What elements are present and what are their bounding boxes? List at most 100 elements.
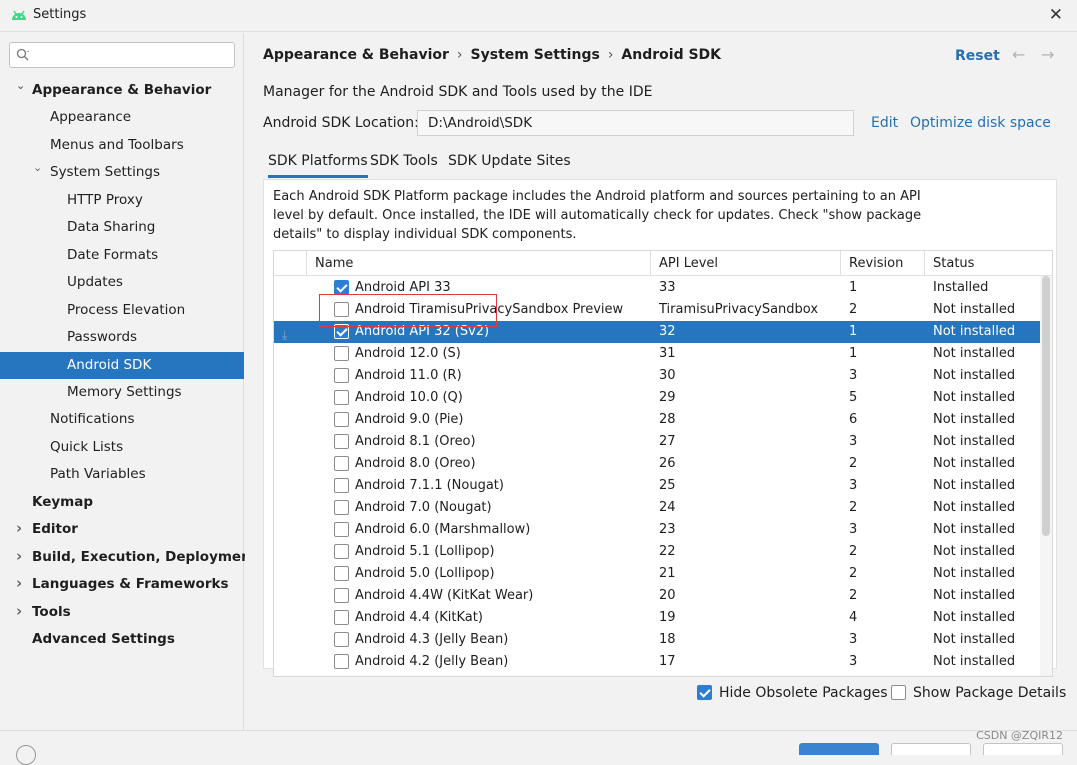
row-checkbox[interactable] [334,412,349,427]
table-row[interactable]: Android 7.1.1 (Nougat) 25 3 Not installed [274,475,1040,497]
row-checkbox[interactable] [334,500,349,515]
chevron-right-icon[interactable]: › [16,576,28,591]
row-checkbox[interactable] [334,610,349,625]
settings-sidebar: ⌄ Appearance & Behavior Appearance Menus an… [0,33,257,752]
table-row[interactable]: Android 9.0 (Pie) 28 6 Not installed [274,409,1040,431]
row-checkbox[interactable] [334,478,349,493]
cell-name: Android 9.0 (Pie) [355,412,464,427]
sidebar-item-process-elevation[interactable]: Process Elevation [0,297,244,324]
row-checkbox[interactable] [334,544,349,559]
cell-revision: 3 [849,478,858,493]
show-details-option[interactable]: Show Package Details [891,685,1066,705]
sidebar-item-advanced-settings[interactable]: Advanced Settings [0,626,244,653]
row-checkbox[interactable] [334,632,349,647]
sidebar-item-tools[interactable]: › Tools [0,599,244,626]
row-checkbox[interactable] [334,434,349,449]
table-row[interactable]: Android 8.0 (Oreo) 26 2 Not installed [274,453,1040,475]
forward-arrow-icon[interactable]: → [1041,45,1054,64]
sidebar-item-http-proxy[interactable]: HTTP Proxy [0,187,244,214]
sidebar-item-appearance-behavior[interactable]: ⌄ Appearance & Behavior [0,77,244,104]
table-row[interactable]: Android 12.0 (S) 31 1 Not installed [274,343,1040,365]
breadcrumb-item[interactable]: Appearance & Behavior [263,47,449,63]
hide-obsolete-checkbox[interactable] [697,685,712,700]
reset-link[interactable]: Reset [955,48,1000,64]
sidebar-item-passwords[interactable]: Passwords [0,324,244,351]
cell-api-level: 19 [659,610,676,625]
table-row[interactable]: Android 10.0 (Q) 29 5 Not installed [274,387,1040,409]
sidebar-item-label: HTTP Proxy [67,191,143,208]
sdk-platforms-panel: Each Android SDK Platform package includ… [263,179,1057,677]
chevron-right-icon[interactable]: › [16,548,28,563]
sidebar-item-updates[interactable]: Updates [0,269,244,296]
sidebar-item-notifications[interactable]: Notifications [0,406,244,433]
sidebar-item-date-formats[interactable]: Date Formats [0,242,244,269]
chevron-right-icon[interactable]: › [16,603,28,618]
breadcrumb-separator: › [607,47,614,63]
hide-obsolete-option[interactable]: Hide Obsolete Packages [697,685,888,705]
optimize-disk-link[interactable]: Optimize disk space [910,115,1051,131]
table-row[interactable]: Android 4.2 (Jelly Bean) 17 3 Not installed [274,651,1040,673]
table-row[interactable]: Android 6.0 (Marshmallow) 23 3 Not installe… [274,519,1040,541]
table-row[interactable]: Android 8.1 (Oreo) 27 3 Not installed [274,431,1040,453]
row-checkbox[interactable] [334,390,349,405]
table-row[interactable]: Android 4.3 (Jelly Bean) 18 3 Not installed [274,629,1040,651]
sidebar-item-menus-and-toolbars[interactable]: Menus and Toolbars [0,132,244,159]
cell-api-level: 21 [659,566,676,581]
cancel-button[interactable] [891,743,971,755]
column-header-revision[interactable]: Revision [841,251,925,276]
sdk-location-field[interactable]: D:\Android\SDK [417,110,854,136]
row-checkbox[interactable] [334,522,349,537]
sidebar-item-path-variables[interactable]: Path Variables [0,461,244,488]
sidebar-item-appearance[interactable]: Appearance [0,104,244,131]
chevron-right-icon[interactable]: › [16,521,28,536]
ok-button[interactable] [799,743,879,755]
row-checkbox[interactable] [334,588,349,603]
sidebar-item-android-sdk[interactable]: Android SDK [0,351,244,379]
sidebar-item-memory-settings[interactable]: Memory Settings [0,379,244,406]
sidebar-item-quick-lists[interactable]: Quick Lists [0,434,244,461]
column-header-name[interactable]: Name [307,251,651,276]
row-checkbox[interactable] [334,368,349,383]
sidebar-item-system-settings[interactable]: ⌄ System Settings [0,159,244,186]
table-row[interactable]: Android 7.0 (Nougat) 24 2 Not installed [274,497,1040,519]
scrollbar-thumb[interactable] [1042,276,1050,536]
help-icon[interactable] [16,745,36,765]
search-box[interactable] [9,42,235,68]
sidebar-item-build-execution-deployment[interactable]: › Build, Execution, Deployment [0,544,257,571]
column-header-api-level[interactable]: API Level [651,251,841,276]
cell-revision: 5 [849,390,858,405]
edit-link[interactable]: Edit [871,115,898,131]
cell-name: Android 8.1 (Oreo) [355,434,476,449]
close-icon[interactable]: ✕ [1049,5,1063,25]
row-checkbox[interactable] [334,346,349,361]
table-row[interactable]: Android 5.0 (Lollipop) 21 2 Not installed [274,563,1040,585]
sidebar-item-data-sharing[interactable]: Data Sharing [0,214,244,241]
sidebar-item-keymap[interactable]: Keymap [0,489,244,516]
tab-sdk-platforms[interactable]: SDK Platforms [268,153,368,178]
row-checkbox[interactable] [334,566,349,581]
table-row[interactable]: Android 4.4 (KitKat) 19 4 Not installed [274,607,1040,629]
back-arrow-icon[interactable]: ← [1012,45,1025,64]
sdk-location-label: Android SDK Location: [263,115,419,131]
chevron-down-icon[interactable]: ⌄ [33,162,45,174]
apply-button[interactable] [983,743,1063,755]
sidebar-item-label: Passwords [67,329,138,346]
show-details-checkbox[interactable] [891,685,906,700]
table-row[interactable]: Android 4.4W (KitKat Wear) 20 2 Not install… [274,585,1040,607]
table-row[interactable]: Android 11.0 (R) 30 3 Not installed [274,365,1040,387]
search-input[interactable] [34,45,230,65]
sidebar-item-languages-frameworks[interactable]: › Languages & Frameworks [0,571,244,598]
sidebar-item-editor[interactable]: › Editor [0,516,244,543]
tab-sdk-update-sites[interactable]: SDK Update Sites [448,153,571,169]
column-header-status[interactable]: Status [925,251,1042,276]
show-details-label: Show Package Details [913,685,1067,701]
chevron-down-icon[interactable]: ⌄ [16,80,28,92]
breadcrumb-item[interactable]: System Settings [471,47,600,63]
table-row[interactable]: Android 5.1 (Lollipop) 22 2 Not installed [274,541,1040,563]
row-checkbox[interactable] [334,280,349,295]
row-checkbox[interactable] [334,654,349,669]
table-scrollbar[interactable] [1040,276,1052,676]
row-checkbox[interactable] [334,456,349,471]
sidebar-item-label: Tools [32,603,71,620]
tab-sdk-tools[interactable]: SDK Tools [370,153,438,169]
